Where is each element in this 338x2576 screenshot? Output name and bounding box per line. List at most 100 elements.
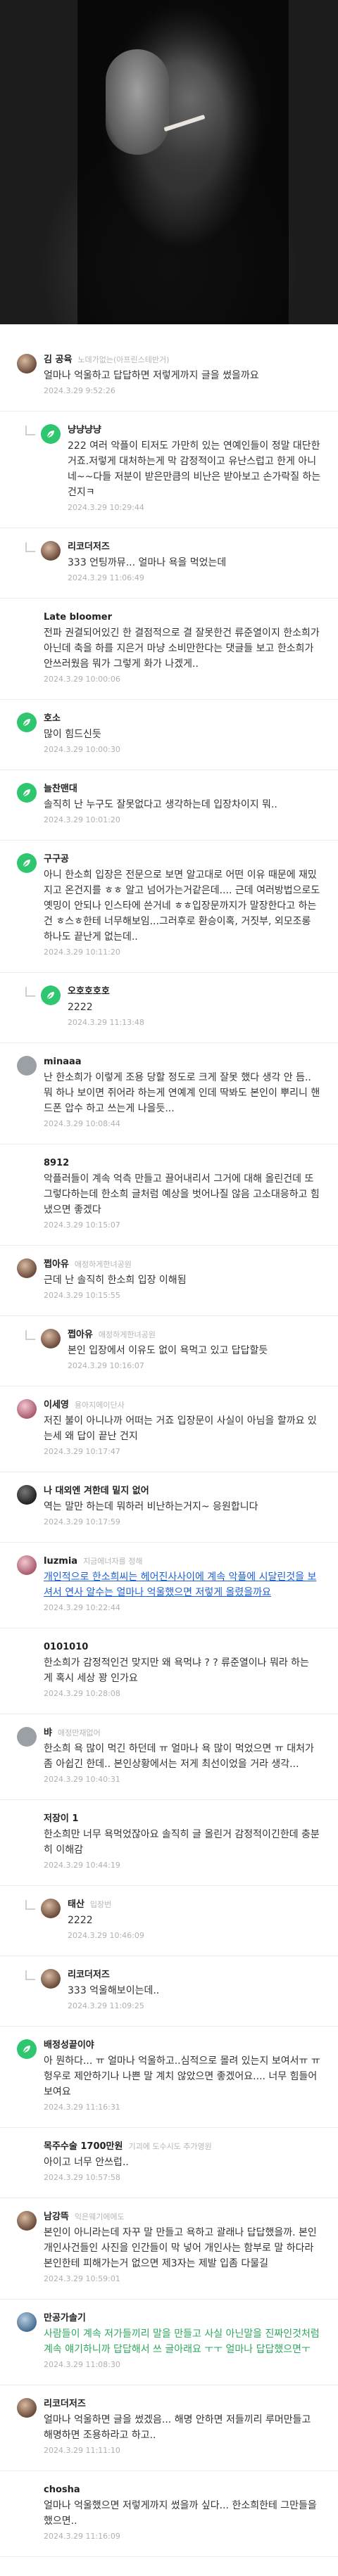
comment-date: 2024.3.29 10:40:31 [44,1775,120,1784]
comment-body: 아이고 너무 안쓰럽.. [44,2157,129,2168]
comment-nickname[interactable]: 0101010 [44,1641,88,1654]
comment-nickname[interactable]: 남강뜩 [44,2211,69,2224]
comment-nickname[interactable]: 냥냥냥냥 [68,424,101,437]
comment-nickname[interactable]: 배정성끝이야 [44,2039,94,2052]
comment-body: 아니 한소희 입장은 전문으로 보면 알고대로 어떤 이유 때문에 재밌지고 온… [44,869,320,943]
comment-nickname[interactable]: 쩝아유 [68,1329,93,1341]
reply-comment: 태산 입장번 2222 2024.3.29 10:46:09 [0,1886,338,1956]
comment-date: 2024.3.29 10:15:07 [44,1220,120,1230]
avatar[interactable] [41,424,61,444]
reply-comment: 쩝아유 애정하게한녀공원 본인 입장에서 이유도 없이 욕먹고 있고 답답할듯 … [0,1316,338,1386]
comment-item: 뱌 애정만재없어 한소희 욕 많이 먹긴 하던데 ㅠ 얼마나 욕 많이 먹었으면… [0,1714,338,1800]
comment-date: 2024.3.29 10:17:47 [44,1447,120,1456]
comment-item: 저장이 1 한소희만 너무 욕먹었잖아요 솔직히 글 올린거 감정적이긴한데 충… [0,1800,338,1886]
comment-item: 김 공육 노데가없는(아프린스테반거) 얼마나 억울하고 답답하면 저렇게까지 … [0,341,338,412]
comment-nickname[interactable]: 저장이 1 [44,1813,78,1825]
comment-nickname[interactable]: 리코더저즈 [68,1969,110,1982]
avatar[interactable] [17,1485,37,1505]
comment-nickname[interactable]: 호소 [44,713,61,725]
leaf-icon [46,992,54,1000]
avatar[interactable] [41,541,61,561]
comment-nickname[interactable]: minaaa [44,1056,82,1069]
avatar[interactable] [17,713,37,732]
avatar[interactable] [17,1727,37,1747]
comment-body: 333 언팅까뮤... 얼마나 욕을 먹었는데 [68,557,227,568]
avatar[interactable] [17,2211,37,2231]
comment-item: chosha 얼마나 억울했으면 저렇게까지 썼을까 싶다... 한소희한테 그… [0,2471,338,2557]
comment-nickname[interactable]: 나 대외엔 겨한데 밑지 없어 [44,1485,149,1498]
comment-nickname[interactable]: 만공가솔기 [44,2312,86,2325]
comment-nickname[interactable]: Late bloomer [44,611,112,624]
avatar[interactable] [17,1555,37,1575]
comment-item: minaaa 난 한소희가 이렇게 조용 당할 정도로 크게 잘못 했다 생각 … [0,1043,338,1144]
comment-date: 2024.3.29 10:00:30 [44,745,120,754]
avatar[interactable] [41,986,61,1005]
comment-ident: 노데가없는(아프린스테반거) [77,355,170,364]
comment-body: 얼마나 억울하면 글을 썼겠음... 해명 안하면 저들끼리 루머만들고 해명하… [44,2414,311,2441]
comment-ident: 용아지에이단사 [74,1401,125,1410]
comment-date: 2024.3.29 10:01:20 [44,815,120,824]
comment-ident: 기괴에 도수시도 추가영원 [128,2142,212,2151]
comment-date: 2024.3.29 10:17:59 [44,1517,120,1526]
comment-body: 2222 [68,1002,93,1013]
comment-item: 늘찬맨대 솔직히 난 누구도 잘못없다고 생각하는데 입장차이지 뭐.. 202… [0,770,338,841]
comment-item: 나 대외엔 겨한데 밑지 없어 역는 말만 하는데 뭐하러 비난하는거지~ 응원… [0,1472,338,1543]
comment-item: 쩝아유 애정하게한녀공원 근데 난 솔직히 한소희 입장 이해됨 2024.3.… [0,1246,338,1316]
comment-ident: 입장번 [89,1900,112,1909]
avatar[interactable] [17,2398,37,2418]
reply-arrow-icon [25,1900,35,1910]
comment-item: 목주수술 1700만원 기괴에 도수시도 추가영원 아이고 너무 안쓰럽.. 2… [0,2128,338,2198]
comment-body: 많이 힘드신듯 [44,729,101,740]
photo-hand [106,49,169,155]
comment-date: 2024.3.29 11:11:10 [44,2446,120,2455]
comment-nickname[interactable]: 이세영 [44,1399,69,1412]
avatar[interactable] [17,354,37,374]
comment-body: 사람들이 계속 저가들끼리 말을 만들고 사실 아닌말을 진짜인것처럼 계속 얘… [44,2328,320,2355]
comment-nickname[interactable]: 뱌 [44,1727,52,1740]
comment-nickname[interactable]: 늘찬맨대 [44,783,77,796]
avatar[interactable] [17,2039,37,2059]
reply-arrow-icon [25,542,35,552]
avatar[interactable] [17,1399,37,1419]
comment-date: 2024.3.29 10:00:06 [44,675,120,684]
avatar[interactable] [41,1969,61,1989]
comment-date: 2024.3.29 10:29:44 [68,503,144,512]
reply-arrow-icon [25,1970,35,1980]
comment-date: 2024.3.29 11:16:09 [44,2532,120,2541]
comment-item: 배정성끝이야 아 뭔하다... ㅠ 얼마나 억울하고..심적으로 몰려 있는지 … [0,2027,338,2128]
comment-date: 2024.3.29 10:57:58 [44,2173,120,2182]
comment-nickname[interactable]: 8912 [44,1157,69,1170]
comment-date: 2024.3.29 10:11:20 [44,948,120,957]
comment-nickname[interactable]: 리코더저즈 [68,541,110,554]
reply-arrow-icon [25,987,35,997]
comment-ident: 애정만재없어 [57,1728,101,1737]
comment-item: 0101010 한소희가 감정적인건 맞지만 왜 욕먹냐 ? ? 류준열이나 뭐… [0,1628,338,1714]
comment-date: 2024.3.29 10:28:08 [44,1689,120,1698]
comment-nickname[interactable]: 태산 [68,1899,84,1911]
comment-nickname[interactable]: 쩝아유 [44,1258,69,1271]
comment-nickname[interactable]: 리코더저즈 [44,2398,86,2411]
comment-ident: 지금에너자를 정해 [83,1557,143,1566]
avatar[interactable] [17,1258,37,1278]
comment-nickname[interactable]: 김 공육 [44,354,72,366]
avatar[interactable] [41,1329,61,1348]
comment-body: 333 억울해보이는데.. [68,1985,160,1996]
avatar[interactable] [17,2312,37,2332]
comment-body: 전파 권결되어있긴 한 결점적으로 결 잘못한건 류준열이지 한소희가 아닌데 … [44,627,320,670]
comment-nickname[interactable]: luzmia [44,1555,77,1568]
comment-item: 남강뜩 익은웨기에에도 본인이 아니라는데 자꾸 말 만들고 욕하고 괄래나 답… [0,2198,338,2300]
avatar[interactable] [17,1056,37,1076]
avatar[interactable] [17,853,37,873]
comment-nickname[interactable]: 구구공 [44,853,69,866]
reply-arrow-icon [25,426,35,435]
reply-comment: 오호호호호 2222 2024.3.29 11:13:48 [0,973,338,1043]
comment-nickname[interactable]: 오호호호호 [68,986,110,998]
comment-date: 2024.3.29 10:44:19 [44,1861,120,1870]
leaf-icon [23,860,30,867]
comment-body[interactable]: 개인적으로 한소희씨는 헤어진사사이에 계속 악플에 시달린것을 보셔서 연사 … [44,1569,321,1600]
comment-nickname[interactable]: 목주수술 1700만원 [44,2141,123,2153]
avatar[interactable] [41,1899,61,1918]
comment-date: 2024.3.29 11:13:48 [68,1018,144,1027]
comment-nickname[interactable]: chosha [44,2484,80,2497]
avatar[interactable] [17,783,37,803]
